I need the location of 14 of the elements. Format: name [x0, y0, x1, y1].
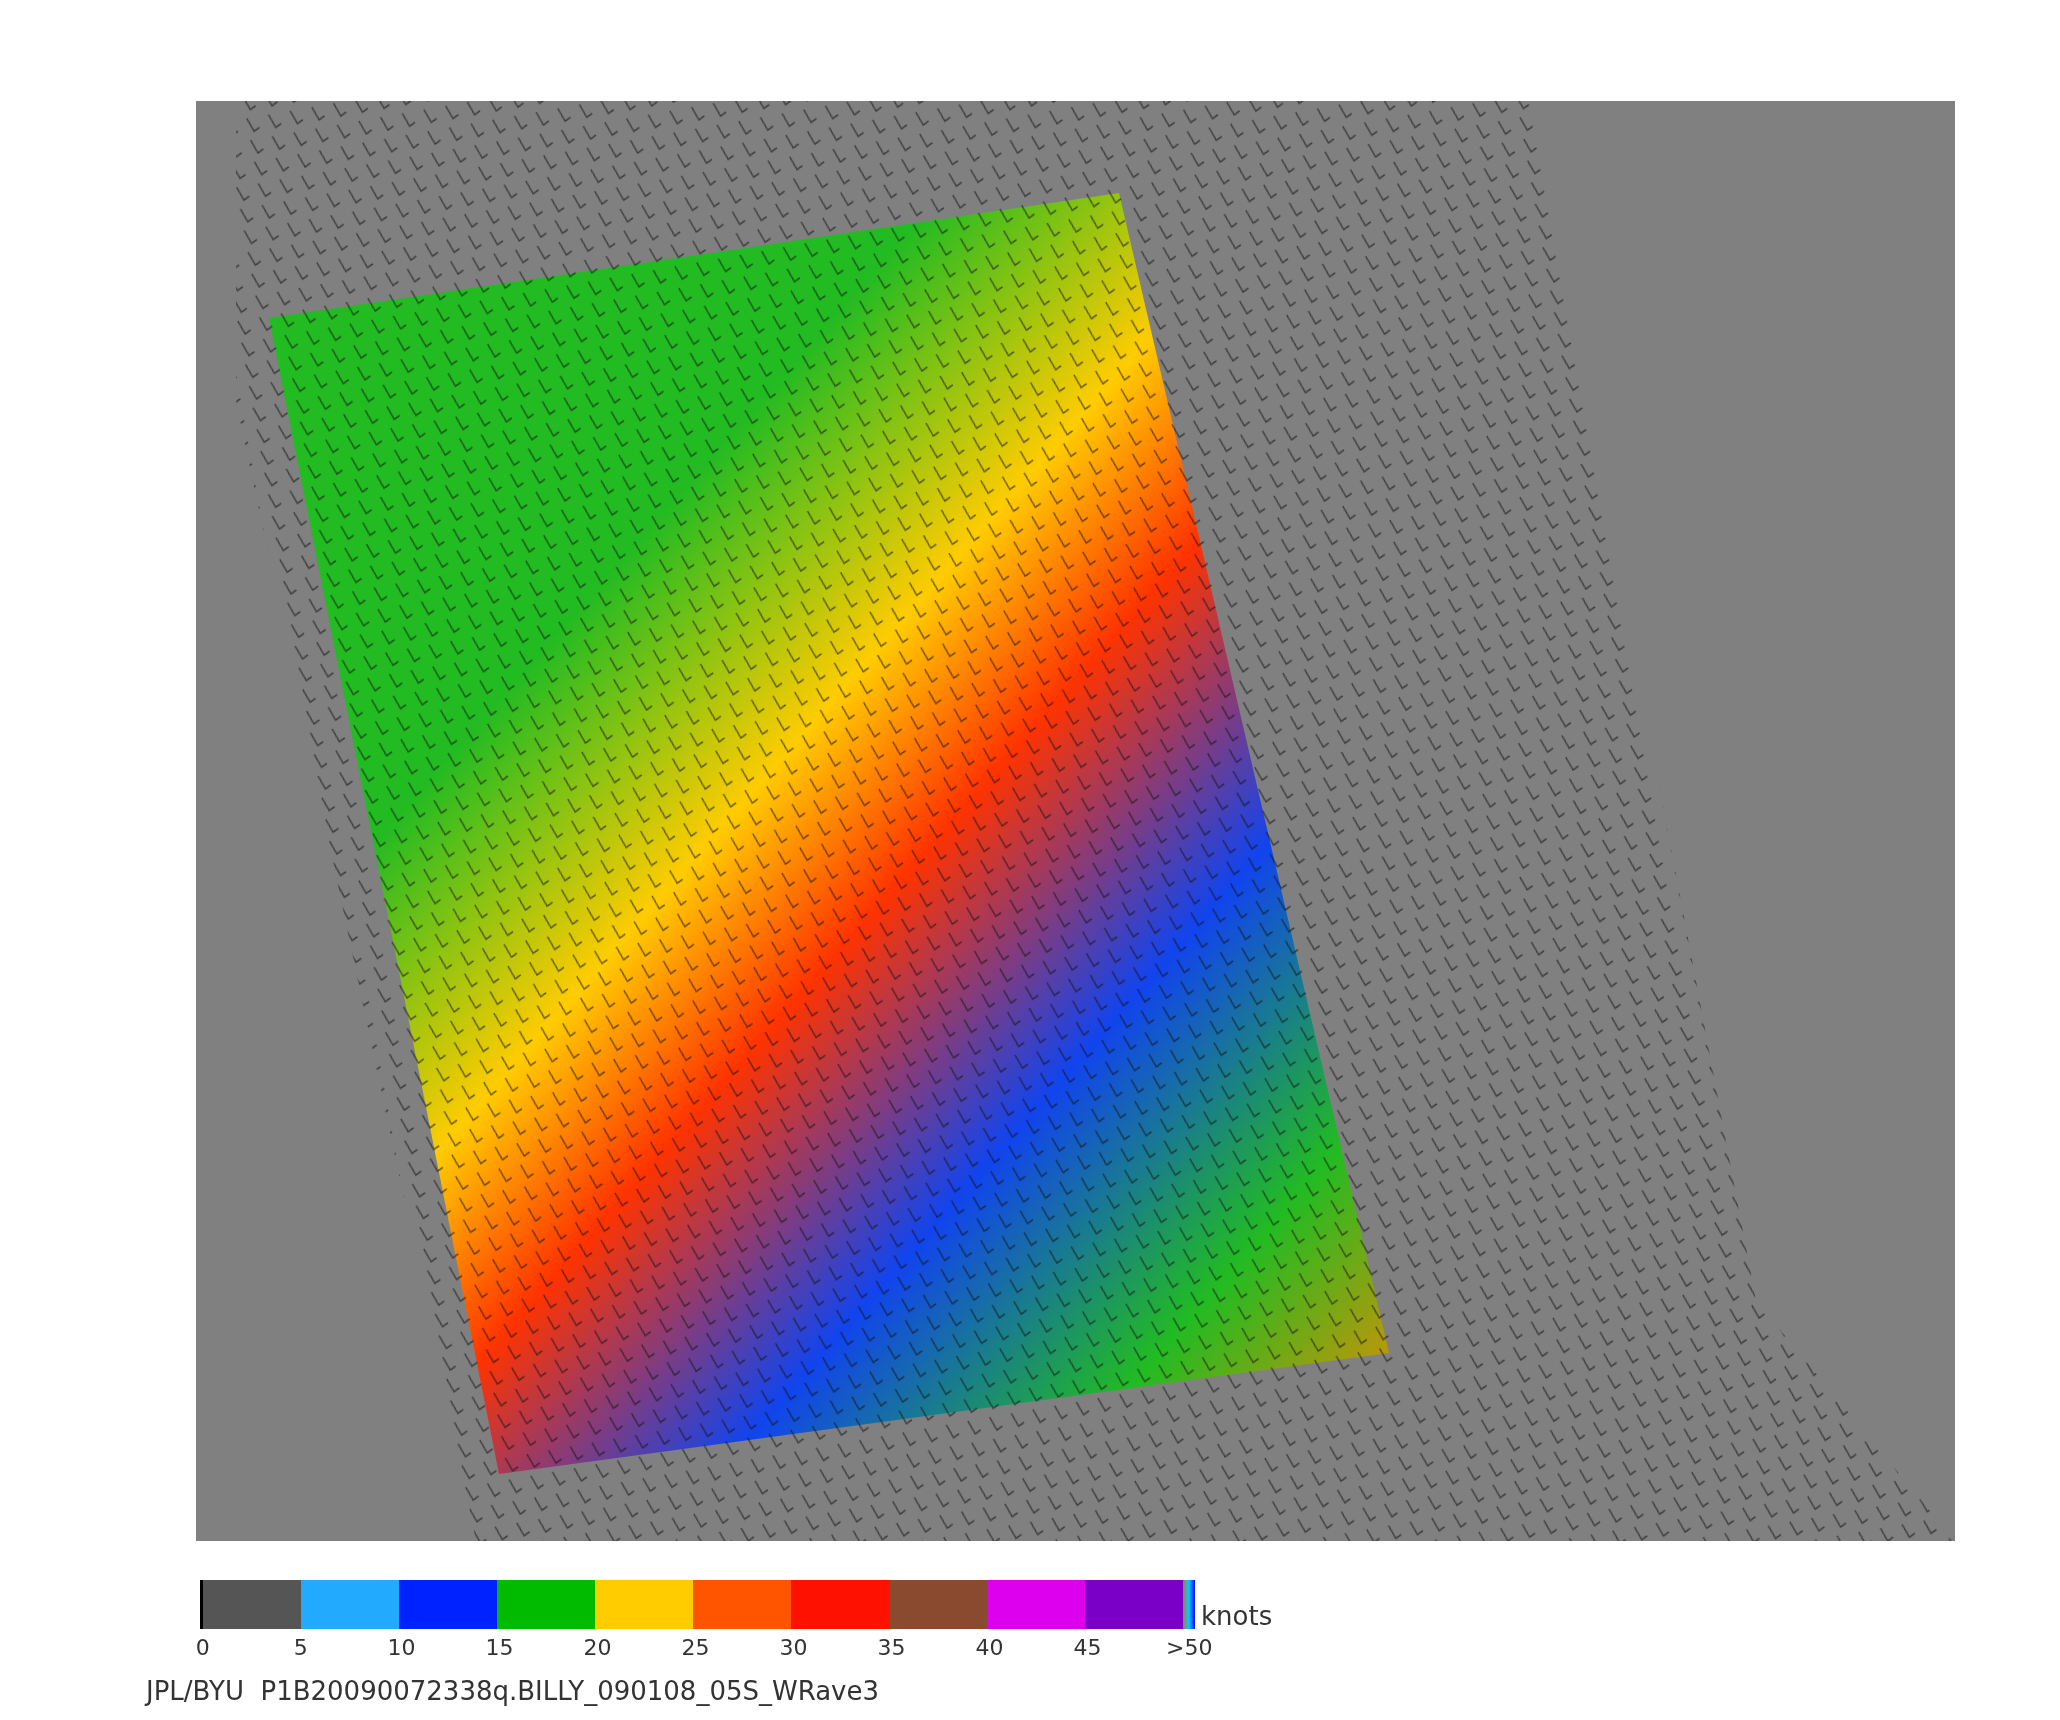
colorbar-tick-label: 30 [779, 1635, 808, 1660]
colorbar-unit: knots [1201, 1603, 1273, 1629]
colorbar-tick-label: >50 [1166, 1635, 1213, 1660]
plot-caption: JPL/BYU P1B20090072338q.BILLY_090108_05S_WRave3 [146, 1676, 881, 1706]
colorbar-tick-label: 35 [877, 1635, 906, 1660]
colorbar-tick-label: 0 [195, 1635, 210, 1660]
colorbar-tick-label: 5 [293, 1635, 308, 1660]
colorbar-tick-label: 10 [387, 1635, 416, 1660]
colorbar-tick-label: 25 [681, 1635, 710, 1660]
colorbar-tick-label: 45 [1073, 1635, 1102, 1660]
colorbar-tick-label: 20 [583, 1635, 612, 1660]
colorbar-tick-label: 40 [975, 1635, 1004, 1660]
colorbar-tick-label: 15 [485, 1635, 514, 1660]
colorbar-overflow-strip [1183, 1580, 1195, 1629]
